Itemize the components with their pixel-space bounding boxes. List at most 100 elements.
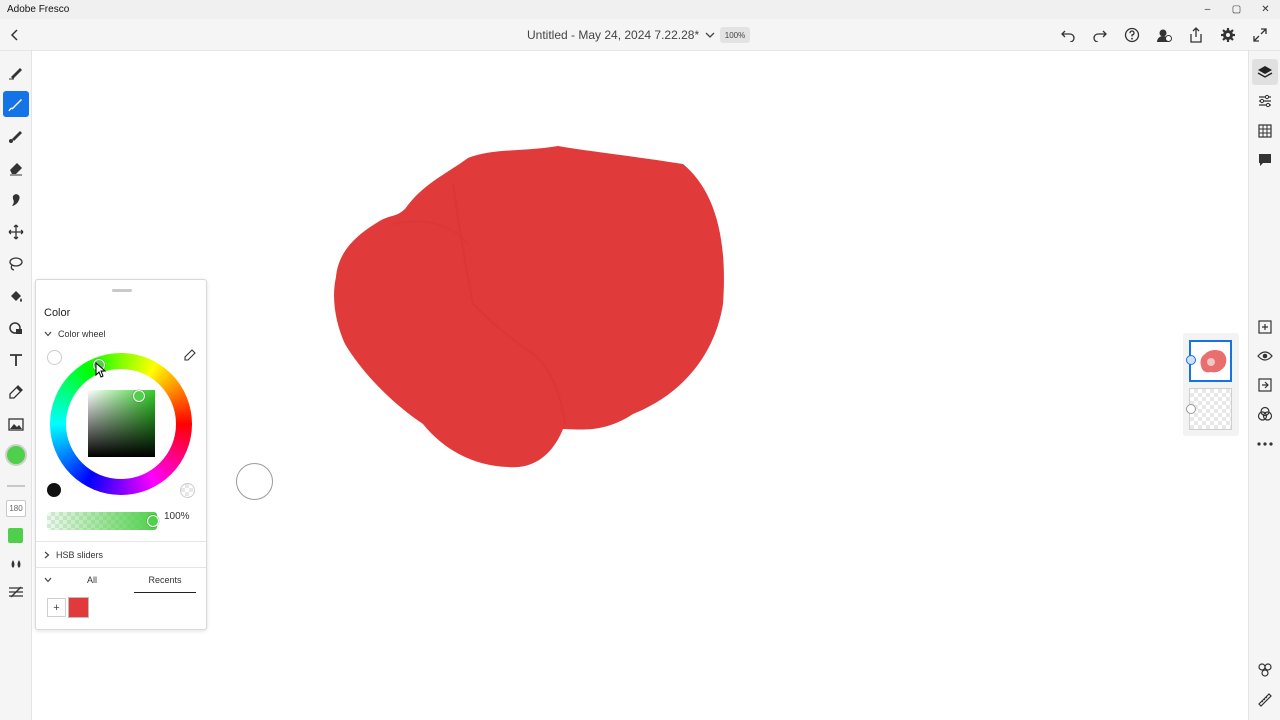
saturation-brightness-handle[interactable] [133,390,145,402]
color-panel: Color Color wheel 100% HSB sliders All R… [35,279,207,630]
color-wheel-label: Color wheel [58,329,106,339]
grid-icon [1258,124,1272,138]
grid-button[interactable] [1252,118,1278,144]
right-toolbar [1248,51,1280,720]
back-button[interactable] [6,25,24,45]
add-layer-button[interactable] [1252,314,1278,340]
layers-panel [1183,333,1239,436]
move-icon [8,224,24,240]
hsb-sliders-section-toggle[interactable]: HSB sliders [44,550,103,560]
blend-mode-button[interactable] [1252,401,1278,427]
eyedropper-icon [9,385,23,399]
add-swatch-button[interactable]: + [47,598,66,617]
eyedropper-tool[interactable] [3,379,29,405]
adjust-sliders-icon [1259,94,1271,108]
redo-icon [1093,30,1107,42]
type-icon [10,354,22,366]
transparent-color-preset[interactable] [180,483,195,498]
type-tool[interactable] [3,347,29,373]
opacity-slider[interactable] [47,512,157,530]
smudge-tool[interactable] [3,187,29,213]
layers-toggle[interactable] [1252,59,1278,85]
libraries-button[interactable] [1252,657,1278,683]
gear-icon [1221,28,1235,42]
top-actions [1052,24,1276,46]
brush-size-cursor [236,463,273,500]
panel-eyedropper-button[interactable] [182,347,198,363]
fullscreen-button[interactable] [1244,24,1276,46]
help-button[interactable] [1116,24,1148,46]
layer-preview-blob [1200,350,1227,373]
tab-recents[interactable]: Recents [134,575,196,593]
vector-brush-icon [9,131,22,143]
tab-all[interactable]: All [72,575,112,585]
shapes-tool[interactable] [3,315,29,341]
brush-color-square[interactable] [8,528,23,543]
window-titlebar: Adobe Fresco – ▢ ✕ [0,0,1280,19]
layer-visibility-button[interactable] [1252,343,1278,369]
close-window-button[interactable]: ✕ [1251,0,1280,19]
layers-icon [1257,66,1273,78]
toolbar-divider [7,485,25,487]
sliders-icon [9,586,23,598]
panel-drag-handle[interactable] [112,289,132,292]
vector-brush-tool[interactable] [3,123,29,149]
image-tool[interactable] [3,411,29,437]
ruler-icon [1258,693,1272,707]
black-color-preset[interactable] [47,483,61,497]
live-layer-indicator [1186,355,1196,365]
opacity-value: 100% [164,511,190,522]
opacity-handle[interactable] [147,515,159,527]
document-title-text: Untitled - May 24, 2024 7.22.28* [527,28,700,42]
brush-size-field[interactable]: 180 [6,500,26,517]
pixel-brush-icon [9,68,22,80]
eraser-tool[interactable] [3,155,29,181]
chevron-down-icon [705,32,715,38]
undo-button[interactable] [1052,24,1084,46]
maximize-button[interactable]: ▢ [1222,0,1251,19]
water-drops-icon [11,560,21,568]
saturation-brightness-square[interactable] [88,390,155,457]
redo-button[interactable] [1084,24,1116,46]
brush-settings-tool[interactable] [3,551,29,577]
color-panel-title: Color [44,307,71,319]
color-wheel-section-toggle[interactable]: Color wheel [44,329,106,339]
lasso-tool[interactable] [3,251,29,277]
libraries-icon [1258,663,1272,677]
swatches-section-toggle[interactable] [44,577,52,583]
user-add-icon [1157,29,1172,42]
comments-button[interactable] [1252,147,1278,173]
invite-button[interactable] [1148,24,1180,46]
import-icon [1258,378,1272,392]
recent-color-swatch[interactable] [68,597,89,618]
add-layer-icon [1258,320,1272,334]
adjustments-button[interactable] [1252,88,1278,114]
white-color-preset[interactable] [47,350,62,365]
share-button[interactable] [1180,24,1212,46]
live-brush-tool[interactable] [3,91,29,117]
settings-button[interactable] [1212,24,1244,46]
app-name: Adobe Fresco [7,4,70,15]
panel-divider [36,541,206,542]
minimize-button[interactable]: – [1193,0,1222,19]
current-color-swatch[interactable] [5,444,27,466]
comment-icon [1259,154,1271,166]
fill-tool[interactable] [3,283,29,309]
zoom-level-badge[interactable]: 100% [720,27,750,43]
ruler-button[interactable] [1252,687,1278,713]
pixel-layer-indicator [1186,404,1196,414]
more-options-button[interactable] [1252,431,1278,457]
expand-icon [1253,28,1267,42]
eraser-icon [10,163,22,176]
move-tool[interactable] [3,219,29,245]
brush-flow-tool[interactable] [3,579,29,605]
left-toolbar: 180 [0,51,32,720]
panel-divider [36,567,206,568]
pixel-brush-tool[interactable] [3,59,29,85]
document-topbar: Untitled - May 24, 2024 7.22.28* 100% [0,19,1280,51]
eyedropper-icon [184,349,196,361]
import-button[interactable] [1252,372,1278,398]
image-icon [8,418,24,431]
document-title[interactable]: Untitled - May 24, 2024 7.22.28* [527,28,715,42]
share-icon [1190,27,1202,43]
